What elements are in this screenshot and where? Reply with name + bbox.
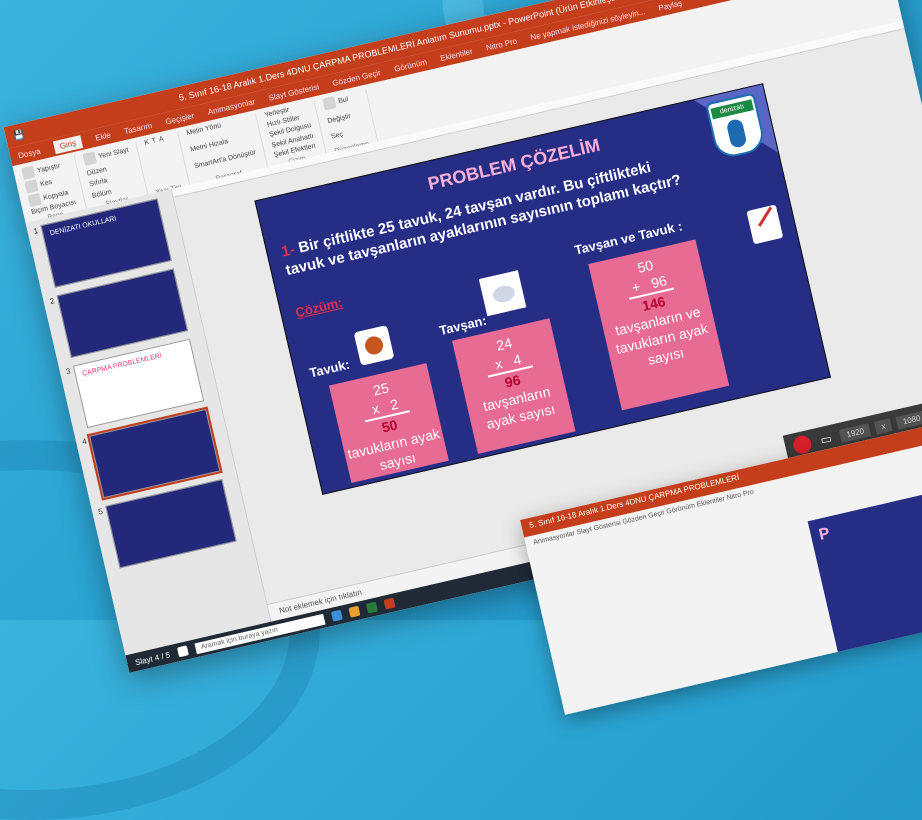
thumbnail-caption: ÇARPMA PROBLEMLERİ [81, 352, 163, 378]
tavuk-b: 2 [388, 395, 400, 414]
italic-button[interactable]: T [151, 137, 157, 145]
tavsan-box: 24 x 4 96 tavşanların ayak sayısı [451, 318, 576, 454]
new-slide-icon [82, 151, 97, 166]
tavuk-box: 25 x 2 50 tavukların ayak sayısı [328, 363, 449, 484]
find-button[interactable]: Bul [322, 91, 359, 111]
resolution-separator: x [874, 417, 893, 435]
resolution-height[interactable]: 1080 [895, 409, 922, 430]
toplam-box: 50 + 96 146 tavşanların ve tavukların ay… [588, 239, 730, 411]
tab-tasarim[interactable]: Tasarım [123, 120, 153, 135]
align-text-button[interactable]: Metni Hizala [190, 133, 253, 153]
taskbar-app-icon[interactable] [365, 601, 378, 614]
tab-ekle[interactable]: Ekle [94, 130, 111, 142]
hen-image [353, 325, 395, 366]
save-icon[interactable]: 💾 [12, 128, 25, 141]
smartart-button[interactable]: SmartArt'a Dönüştür [194, 149, 257, 170]
taskbar-app-icon[interactable] [383, 597, 396, 610]
tavsan-b: 4 [511, 350, 523, 369]
tavsan-op: x [493, 355, 504, 373]
slide-counter: Slayt 4 / 5 [134, 649, 171, 667]
font-color-button[interactable]: A [158, 136, 164, 144]
notepad-icon [746, 204, 784, 245]
toplam-op: + [630, 278, 642, 296]
taskbar-app-icon[interactable] [330, 609, 343, 622]
tavuk-op: x [370, 400, 381, 418]
share-button[interactable]: Paylaş [657, 0, 682, 12]
select-button[interactable]: Seç [330, 126, 366, 141]
cut-icon [24, 179, 39, 194]
toplam-b: 96 [649, 272, 669, 292]
tavuk-label: Tavuk: [307, 356, 352, 381]
question-number: 1- [279, 241, 297, 261]
solution-label: Çözüm: [293, 294, 344, 321]
search-icon [322, 96, 337, 111]
tab-dosya[interactable]: Dosya [17, 146, 41, 160]
copy-icon [27, 192, 42, 208]
thumbnail-caption: DENİZATI OKULLARI [49, 215, 118, 238]
taskbar-app-icon[interactable] [348, 605, 361, 618]
bunny-image [478, 270, 527, 317]
tab-gecisler[interactable]: Geçişler [164, 111, 195, 126]
bold-button[interactable]: K [144, 139, 150, 147]
paste-icon [21, 165, 36, 180]
windows-start-icon[interactable] [176, 645, 189, 658]
screen-icon[interactable]: ▭ [816, 430, 837, 448]
replace-button[interactable]: Değiştir [327, 111, 363, 125]
